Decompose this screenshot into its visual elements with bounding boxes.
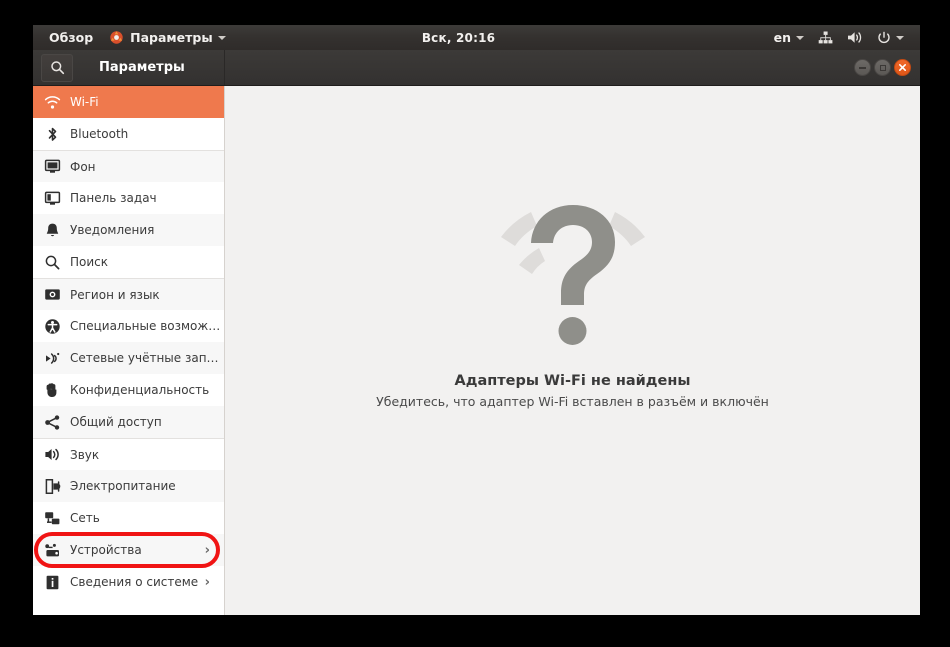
sidebar-list: Wi-Fi Bluetooth Фон Панель задач Уведомления… [33,86,224,598]
minimize-button[interactable] [854,59,871,76]
sidebar-item-background[interactable]: Фон [33,150,224,182]
sidebar-item-label: Сведения о системе [70,575,199,589]
window-body: Wi-Fi Bluetooth Фон Панель задач Уведомления… [33,86,920,615]
chevron-down-icon [796,35,804,40]
overview-button[interactable]: Обзор [41,25,101,50]
network-indicator[interactable] [812,25,839,50]
app-menu-button[interactable]: Параметры [101,25,233,50]
settings-app-icon [109,30,124,45]
sidebar-item-bluetooth[interactable]: Bluetooth [33,118,224,150]
sidebar-item-label: Специальные возможности [70,319,224,333]
wifi-icon [44,94,61,111]
sidebar-item-label: Панель задач [70,191,157,205]
sidebar-item-label: Уведомления [70,223,155,237]
power-menu-indicator[interactable] [871,25,910,50]
privacy-hand-icon [44,382,61,399]
empty-state-subtitle: Убедитесь, что адаптер Wi-Fi вставлен в … [376,393,769,409]
sidebar-item-label: Сеть [70,511,100,525]
keyboard-layout-indicator[interactable]: en [768,25,810,50]
accessibility-icon [44,318,61,335]
power-icon [878,31,890,43]
share-icon [44,414,61,431]
desktop-right-area [920,0,950,647]
sidebar-item-label: Wi-Fi [70,95,99,109]
minimize-icon [859,66,866,69]
settings-sidebar: Wi-Fi Bluetooth Фон Панель задач Уведомления… [33,86,225,615]
sidebar-item-label: Устройства [70,543,142,557]
unity-top-panel: Обзор Параметры Вск, 20:16 en [33,25,920,50]
app-menu-label: Параметры [130,30,213,45]
dock-icon [44,190,61,207]
sidebar-item-label: Фон [70,159,96,174]
settings-window: Параметры Wi-Fi Bluetooth Фон Панель зад… [33,50,920,615]
sidebar-item-accessibility[interactable]: Специальные возможности [33,310,224,342]
background-icon [44,158,61,175]
volume-indicator[interactable] [841,25,869,50]
bell-icon [44,222,61,239]
chevron-down-icon [217,35,226,40]
sidebar-item-label: Регион и язык [70,287,160,302]
desktop-bottom-area [0,615,950,647]
sidebar-item-wifi[interactable]: Wi-Fi [33,86,224,118]
search-icon [44,254,61,271]
chevron-right-icon: › [204,574,210,590]
sidebar-item-dock[interactable]: Панель задач [33,182,224,214]
region-icon [44,286,61,303]
sidebar-item-label: Поиск [70,255,109,269]
sidebar-item-label: Сетевые учётные записи [70,351,224,365]
volume-icon [848,32,862,43]
wifi-panel-content: Адаптеры Wi-Fi не найдены Убедитесь, что… [225,86,920,615]
sidebar-item-region[interactable]: Регион и язык [33,278,224,310]
sidebar-item-devices[interactable]: Устройства › [33,534,224,566]
sidebar-item-power-plug[interactable]: Электропитание [33,470,224,502]
sidebar-item-label: Звук [70,447,100,462]
bluetooth-icon [44,126,61,143]
window-title: Параметры [99,60,185,75]
sidebar-item-label: Электропитание [70,479,176,493]
info-icon [44,574,61,591]
overview-label: Обзор [49,30,94,45]
search-button[interactable] [41,53,73,82]
clock-datetime[interactable]: Вск, 20:16 [422,31,495,45]
sidebar-item-search[interactable]: Поиск [33,246,224,278]
search-icon [50,61,64,75]
window-controls [854,59,920,76]
window-headerbar: Параметры [33,50,920,86]
top-panel-left-group: Обзор Параметры [33,25,234,50]
sidebar-item-bell[interactable]: Уведомления [33,214,224,246]
maximize-button[interactable] [874,59,891,76]
chevron-right-icon: › [204,542,210,558]
power-plug-icon [44,478,61,495]
chevron-down-icon [896,35,904,40]
devices-icon [44,542,61,559]
maximize-icon [879,64,886,71]
desktop-background: Обзор Параметры Вск, 20:16 en Параметры … [0,0,950,647]
network-icon [818,31,833,44]
sidebar-item-label: Конфиденциальность [70,383,210,397]
sidebar-item-online-accounts[interactable]: Сетевые учётные записи [33,342,224,374]
sidebar-item-sound[interactable]: Звук [33,438,224,470]
sidebar-item-info[interactable]: Сведения о системе › [33,566,224,598]
sidebar-item-label: Общий доступ [70,415,162,429]
network-icon [44,510,61,527]
keyboard-layout-label: en [773,30,791,45]
sound-icon [44,446,61,463]
close-button[interactable] [894,59,911,76]
close-icon [898,63,906,71]
sidebar-item-label: Bluetooth [70,127,129,141]
empty-state-title: Адаптеры Wi-Fi не найдены [454,372,691,389]
headerbar-left-section: Параметры [33,50,225,85]
wifi-question-mark-icon [493,201,653,351]
online-accounts-icon [44,350,61,367]
top-panel-indicators: en [768,25,920,50]
sidebar-item-share[interactable]: Общий доступ [33,406,224,438]
sidebar-item-privacy-hand[interactable]: Конфиденциальность [33,374,224,406]
sidebar-item-network[interactable]: Сеть [33,502,224,534]
